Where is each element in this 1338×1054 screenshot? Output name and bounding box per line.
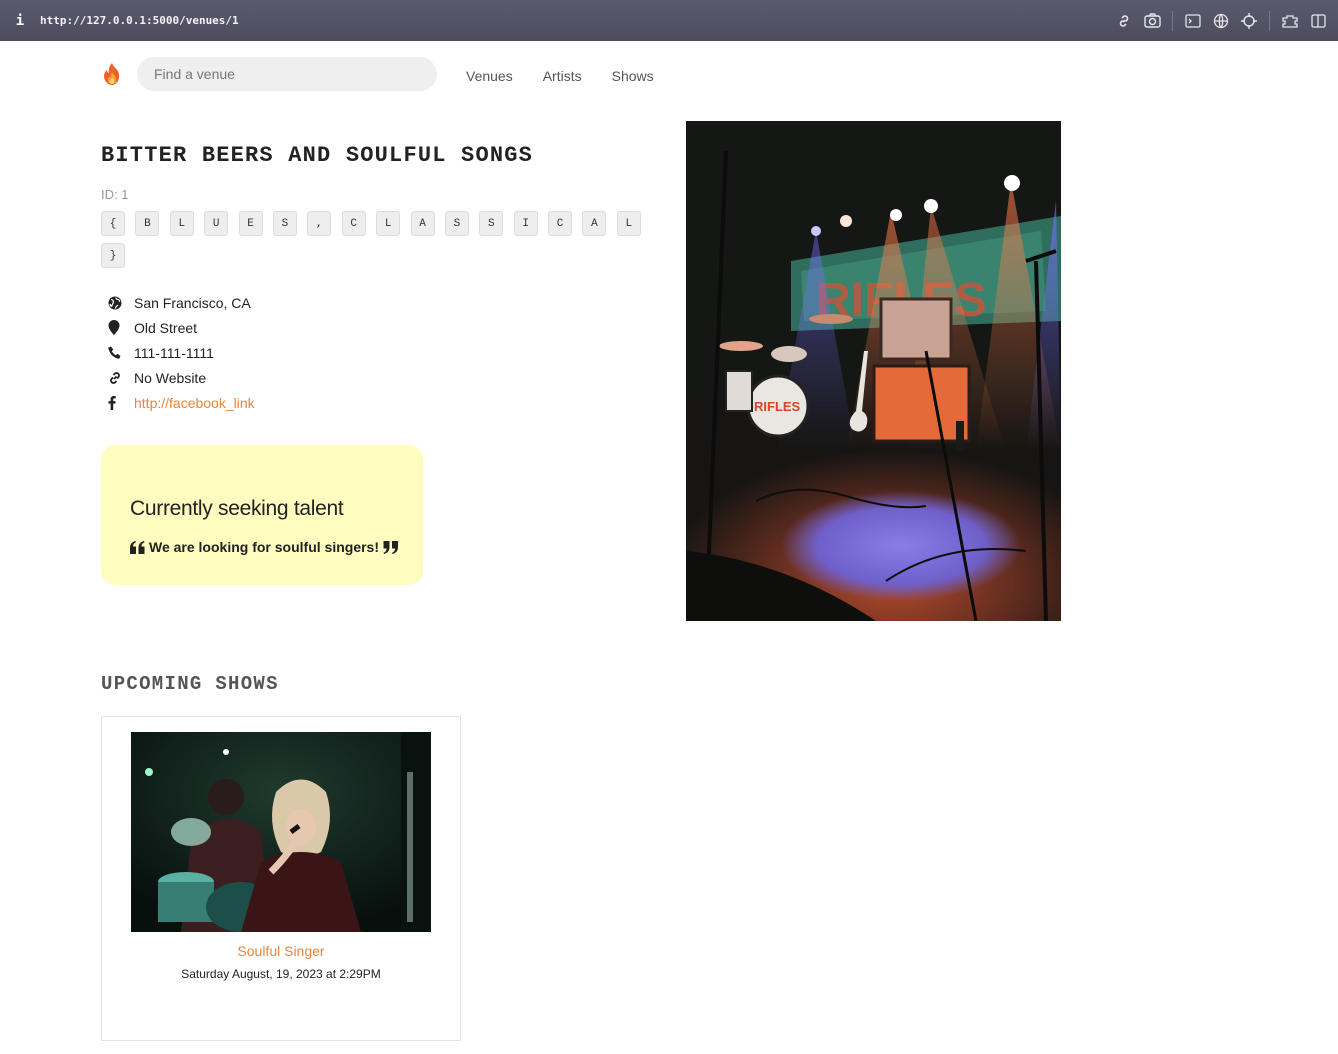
extension-icon[interactable] xyxy=(1276,7,1304,35)
detail-city: San Francisco, CA xyxy=(101,290,255,315)
globe-icon[interactable] xyxy=(1207,7,1235,35)
upcoming-shows-heading: UPCOMING SHOWS xyxy=(101,673,279,695)
show-date: Saturday August, 19, 2023 at 2:29PM xyxy=(181,967,381,981)
genre-chip: A xyxy=(410,211,435,236)
venue-details: San Francisco, CA Old Street 111-111-111… xyxy=(101,290,255,415)
genre-chip: } xyxy=(101,243,125,268)
show-card[interactable]: Soulful Singer Saturday August, 19, 2023… xyxy=(101,716,461,1041)
detail-address: Old Street xyxy=(101,315,255,340)
genre-chip: L xyxy=(376,211,401,236)
svg-text:RIFLES: RIFLES xyxy=(754,399,801,414)
genre-chip: , xyxy=(307,211,332,236)
quote-left-icon xyxy=(130,540,145,554)
nav-link-venues[interactable]: Venues xyxy=(466,68,513,84)
site-info-icon[interactable]: i xyxy=(0,13,40,29)
globe-icon xyxy=(101,293,134,313)
seeking-description-text: We are looking for soulful singers! xyxy=(149,539,379,555)
phone-icon xyxy=(101,343,134,363)
detail-website: No Website xyxy=(101,365,255,390)
sidebar-icon[interactable] xyxy=(1304,7,1332,35)
browser-toolbar: i http://127.0.0.1:5000/venues/1 xyxy=(0,0,1338,41)
show-artist-name[interactable]: Soulful Singer xyxy=(102,943,460,959)
genre-chip: L xyxy=(169,211,194,236)
genre-chip: L xyxy=(616,211,641,236)
genre-chip: S xyxy=(479,211,504,236)
crosshair-icon[interactable] xyxy=(1235,7,1263,35)
venue-search-input[interactable] xyxy=(137,57,437,91)
genre-chip: A xyxy=(582,211,607,236)
genre-chip: E xyxy=(238,211,263,236)
toolbar-divider xyxy=(1172,10,1173,31)
toolbar-divider xyxy=(1269,10,1270,31)
venue-title: BITTER BEERS AND SOULFUL SONGS xyxy=(101,143,534,168)
show-artist-image[interactable] xyxy=(131,732,431,932)
genre-chip: C xyxy=(548,211,573,236)
venue-address: Old Street xyxy=(134,319,198,336)
link-icon[interactable] xyxy=(1110,7,1138,35)
navbar: Venues Artists Shows xyxy=(101,57,654,91)
detail-phone: 111-111-1111 xyxy=(101,340,255,365)
venue-website: No Website xyxy=(134,369,207,386)
nav-link-shows[interactable]: Shows xyxy=(612,68,654,84)
genre-chip: S xyxy=(272,211,297,236)
nav-link-artists[interactable]: Artists xyxy=(543,68,582,84)
seeking-talent-card: Currently seeking talent We are looking … xyxy=(101,445,423,585)
detail-facebook: http://facebook_link xyxy=(101,390,255,415)
genre-chip: { xyxy=(101,211,125,236)
address-bar[interactable]: http://127.0.0.1:5000/venues/1 xyxy=(40,14,239,27)
link-icon xyxy=(101,368,134,388)
genre-list: { B L U E S , C L A S S I C A L } xyxy=(101,211,661,275)
venue-city-state: San Francisco, CA xyxy=(134,294,251,311)
seeking-title: Currently seeking talent xyxy=(130,497,344,520)
facebook-icon xyxy=(101,393,134,413)
venue-id: ID: 1 xyxy=(101,187,129,202)
map-marker-icon xyxy=(101,318,134,338)
venue-facebook-link[interactable]: http://facebook_link xyxy=(134,395,255,411)
quote-right-icon xyxy=(383,540,398,554)
venue-image: RIFLES RIFLES xyxy=(686,121,1061,621)
terminal-icon[interactable] xyxy=(1179,7,1207,35)
genre-chip: C xyxy=(341,211,366,236)
genre-chip: B xyxy=(135,211,160,236)
genre-chip: I xyxy=(513,211,538,236)
venue-phone: 111-111-1111 xyxy=(134,344,214,361)
flame-icon[interactable] xyxy=(101,62,123,86)
genre-chip: S xyxy=(444,211,469,236)
genre-chip: U xyxy=(204,211,229,236)
camera-icon[interactable] xyxy=(1138,7,1166,35)
seeking-description: We are looking for soulful singers! xyxy=(130,539,423,555)
